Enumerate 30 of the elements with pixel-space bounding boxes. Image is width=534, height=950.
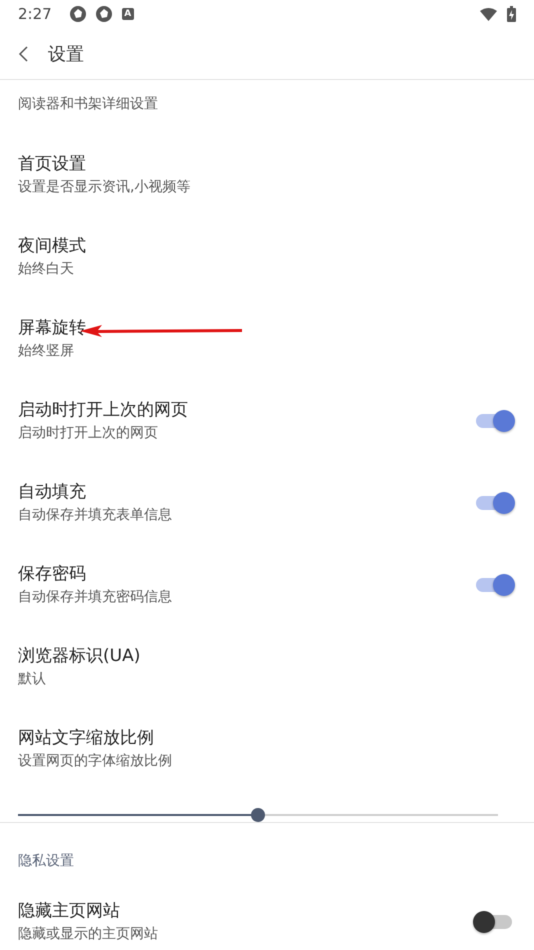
- setting-subtitle: 设置是否显示资讯,小视频等: [18, 178, 190, 197]
- status-time: 2:27: [18, 5, 52, 23]
- setting-subtitle: 默认: [18, 670, 46, 689]
- setting-title: 隐藏主页网站: [18, 900, 120, 923]
- aperture-icon: [96, 6, 112, 22]
- slider[interactable]: [18, 808, 498, 822]
- setting-title: 保存密码: [18, 563, 86, 586]
- setting-title: 浏览器标识(UA): [18, 645, 140, 668]
- setting-subtitle: 始终竖屏: [18, 342, 74, 361]
- section-title: 隐私设置: [18, 853, 74, 869]
- setting-subtitle: 自动保存并填充表单信息: [18, 506, 172, 525]
- setting-subtitle: 启动时打开上次的网页: [18, 424, 158, 443]
- setting-title: 夜间模式: [18, 235, 86, 258]
- setting-title: 启动时打开上次的网页: [18, 399, 188, 422]
- setting-title: 首页设置: [18, 153, 86, 176]
- setting-title: 自动填充: [18, 481, 86, 504]
- setting-title: 网站文字缩放比例: [18, 727, 154, 750]
- setting-subtitle: 始终白天: [18, 260, 74, 279]
- slider-thumb[interactable]: [251, 808, 265, 822]
- back-icon[interactable]: [18, 46, 30, 62]
- battery-icon: [507, 6, 516, 22]
- wifi-icon: [480, 8, 497, 20]
- aperture-icon: [70, 6, 86, 22]
- setting-title: 屏幕旋转: [18, 317, 86, 340]
- notification-badge: A: [122, 8, 134, 20]
- setting-subtitle: 自动保存并填充密码信息: [18, 588, 172, 607]
- setting-subtitle: 隐藏或显示的主页网站: [18, 925, 158, 944]
- page-title: 设置: [48, 42, 84, 66]
- setting-subtitle: 设置网页的字体缩放比例: [18, 752, 172, 771]
- setting-subtitle: 阅读器和书架详细设置: [18, 96, 158, 112]
